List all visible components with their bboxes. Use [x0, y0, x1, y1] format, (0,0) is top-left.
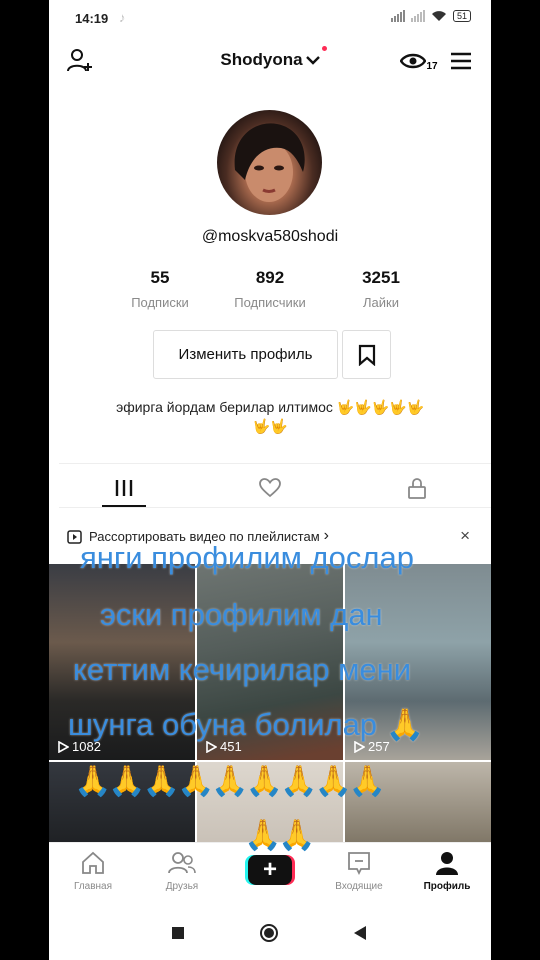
username-label: Shodyona [220, 50, 303, 69]
divider [59, 507, 491, 508]
edit-profile-button[interactable]: Изменить профиль [153, 330, 338, 379]
stat-label: Подписки [131, 295, 189, 310]
notification-dot [322, 46, 327, 51]
recents-icon[interactable] [171, 926, 185, 940]
profile-stats: 55 Подписки 892 Подписчики 3251 Лайки [49, 268, 491, 314]
status-icons: 51 [390, 10, 471, 22]
stat-value: 3251 [362, 268, 400, 287]
friends-icon [168, 852, 196, 874]
profile-handle: @moskva580shodi [201, 228, 339, 245]
lock-icon [408, 478, 426, 499]
favorites-button[interactable] [342, 330, 391, 379]
inbox-icon [348, 852, 370, 876]
bio-text: эфирга йордам берилар илтимос [116, 399, 337, 415]
nav-label: Профиль [423, 881, 471, 892]
stat-following[interactable]: 55 Подписки [105, 268, 215, 310]
signal-icon [390, 10, 405, 22]
stat-label: Подписчики [234, 295, 306, 310]
eye-icon [400, 53, 427, 69]
stat-likes[interactable]: 3251 Лайки [326, 268, 436, 310]
wifi-icon [431, 11, 446, 21]
menu-icon[interactable] [446, 46, 476, 76]
home-icon [82, 851, 104, 874]
stat-followers[interactable]: 892 Подписчики [215, 268, 325, 310]
tiktok-notification-icon: ♪ [119, 10, 126, 25]
home-button-icon[interactable] [259, 923, 279, 943]
overlay-caption-line: кеттим кечирилар мени [73, 652, 412, 687]
nav-label: Друзья [165, 881, 199, 892]
nav-friends[interactable]: Друзья [142, 851, 222, 892]
stat-value: 892 [255, 268, 285, 287]
nav-label: Главная [73, 881, 113, 892]
chevron-down-icon [305, 50, 320, 70]
nav-home[interactable]: Главная [53, 851, 133, 892]
tab-private[interactable] [347, 470, 487, 506]
system-nav-bar [49, 906, 491, 960]
grid-icon [115, 480, 133, 496]
overlay-caption-line: шунга обуна болилар 🙏 [68, 707, 425, 742]
battery-indicator: 51 [452, 10, 471, 22]
profile-icon [436, 852, 458, 875]
profile-bio: эфирга йордам берилар илтимос 🤟🤟🤟🤟🤟 🤟🤟 [79, 398, 461, 436]
views-count: 17 [426, 60, 438, 72]
bio-emoji: 🤟🤟🤟🤟🤟 [336, 399, 424, 415]
overlay-emoji-row: 🙏🙏 [244, 819, 316, 852]
profile-views-button[interactable]: 17 [399, 46, 439, 76]
status-bar: 14:19 ♪ 51 [49, 0, 491, 38]
bookmark-icon [358, 344, 375, 366]
status-time: 14:19 [75, 11, 109, 26]
heart-icon [259, 478, 281, 498]
tab-videos[interactable] [54, 470, 194, 506]
profile-header: Shodyona 17 [49, 42, 491, 80]
tab-liked[interactable] [200, 470, 340, 506]
divider [59, 463, 491, 464]
nav-label: Входящие [335, 881, 383, 892]
overlay-caption-line: янги профилим дослар [80, 540, 414, 575]
overlay-emoji-row: 🙏🙏🙏🙏🙏🙏🙏🙏🙏 [74, 765, 386, 798]
back-icon[interactable] [353, 925, 367, 941]
signal-2-icon [410, 10, 425, 22]
stat-label: Лайки [363, 295, 399, 310]
stat-value: 55 [150, 268, 170, 287]
nav-profile[interactable]: Профиль [407, 851, 487, 892]
avatar[interactable] [217, 110, 322, 215]
bio-emoji: 🤟🤟 [252, 418, 288, 434]
overlay-caption-line: эски профилим дан [100, 597, 383, 632]
